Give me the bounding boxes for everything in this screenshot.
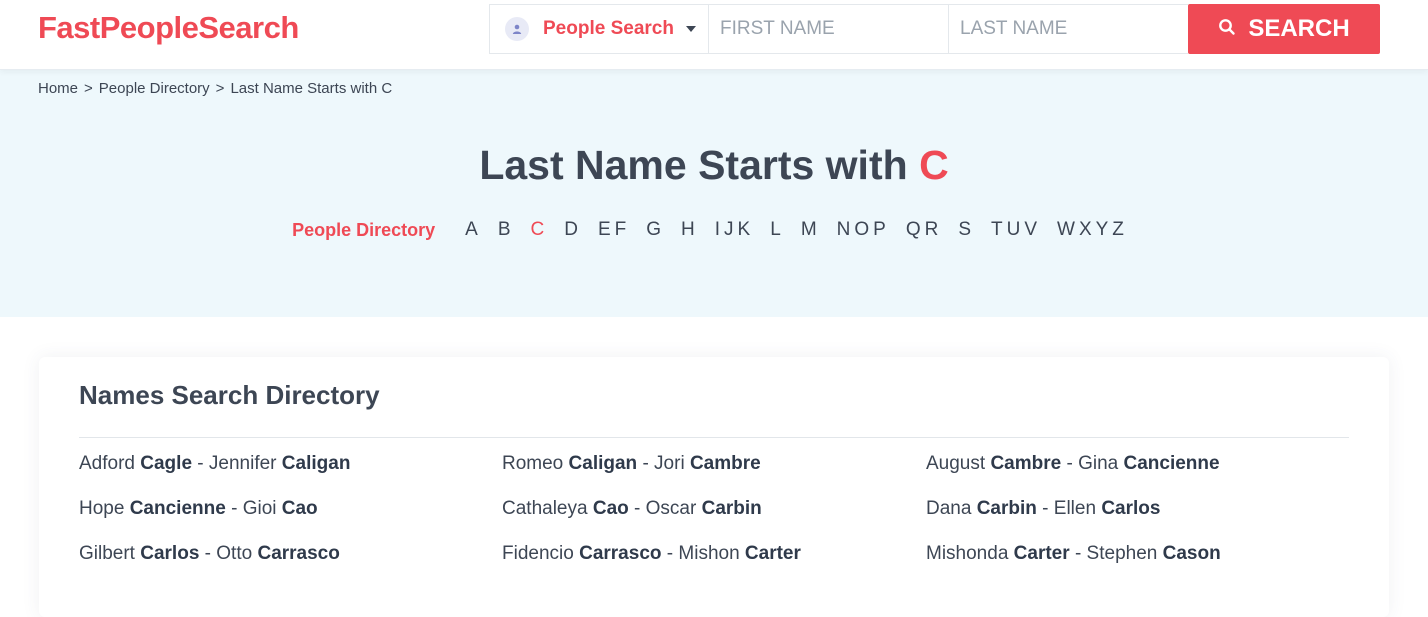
page-title: Last Name Starts with C — [0, 142, 1428, 189]
range-separator: - — [231, 498, 238, 519]
first-name-end: Stephen — [1086, 543, 1158, 564]
last-name-start: Cambre — [990, 453, 1062, 474]
names-directory-card: Names Search Directory Adford Cagle - Je… — [39, 357, 1389, 617]
letter-link-ijk[interactable]: IJK — [715, 219, 754, 241]
letter-link-b[interactable]: B — [498, 219, 515, 241]
name-range-link[interactable]: August Cambre - Gina Cancienne — [926, 452, 1349, 497]
divider — [79, 437, 1349, 438]
directory-title: Names Search Directory — [79, 380, 380, 410]
last-name-input[interactable] — [948, 4, 1188, 54]
breadcrumb-directory[interactable]: People Directory — [99, 80, 210, 97]
first-name-start: Cathaleya — [502, 498, 588, 519]
person-icon — [505, 17, 529, 41]
letter-link-tuv[interactable]: TUV — [991, 219, 1041, 241]
name-range-link[interactable]: Gilbert Carlos - Otto Carrasco — [79, 542, 502, 587]
last-name-start: Cao — [592, 498, 629, 519]
breadcrumb-home[interactable]: Home — [38, 80, 78, 97]
range-separator: - — [1042, 498, 1049, 519]
first-name-end: Oscar — [645, 498, 697, 519]
search-icon — [1218, 15, 1236, 43]
last-name-end: Caligan — [281, 453, 351, 474]
range-separator: - — [197, 453, 204, 474]
site-logo[interactable]: FastPeopleSearch — [38, 10, 299, 46]
chevron-down-icon — [686, 26, 696, 32]
last-name-start: Caligan — [568, 453, 638, 474]
search-button[interactable]: SEARCH — [1188, 4, 1380, 54]
last-name-start: Carrasco — [579, 543, 662, 564]
first-name-end: Jennifer — [208, 453, 277, 474]
letter-link-wxyz[interactable]: WXYZ — [1057, 219, 1128, 241]
first-name-start: Fidencio — [502, 543, 574, 564]
name-range-link[interactable]: Hope Cancienne - Gioi Cao — [79, 497, 502, 542]
search-bar: People Search SEARCH — [489, 4, 1381, 54]
page-title-text: Last Name Starts with — [479, 142, 908, 188]
last-name-start: Carbin — [976, 498, 1037, 519]
site-header: FastPeopleSearch People Search SEARCH — [0, 0, 1428, 70]
letter-link-m[interactable]: M — [801, 219, 821, 241]
name-range-link[interactable]: Mishonda Carter - Stephen Cason — [926, 542, 1349, 587]
range-separator: - — [1066, 453, 1073, 474]
letter-link-qr[interactable]: QR — [906, 219, 943, 241]
letter-link-nop[interactable]: NOP — [837, 219, 890, 241]
first-name-start: Dana — [926, 498, 972, 519]
last-name-end: Cason — [1162, 543, 1221, 564]
name-range-link[interactable]: Fidencio Carrasco - Mishon Carter — [502, 542, 926, 587]
letter-link-ef[interactable]: EF — [598, 219, 630, 241]
last-name-end: Cambre — [689, 453, 761, 474]
search-type-dropdown[interactable]: People Search — [489, 4, 708, 54]
breadcrumb: Home > People Directory > Last Name Starts w… — [38, 80, 398, 97]
last-name-end: Carlos — [1101, 498, 1161, 519]
letter-link-a[interactable]: A — [465, 219, 482, 241]
last-name-end: Carter — [744, 543, 801, 564]
range-separator: - — [666, 543, 674, 564]
hero-section: Home > People Directory > Last Name Starts w… — [0, 70, 1428, 317]
search-button-label: SEARCH — [1248, 15, 1350, 42]
first-name-input[interactable] — [708, 4, 948, 54]
last-name-end: Cancienne — [1123, 453, 1220, 474]
range-separator: - — [642, 453, 649, 474]
alphabet-nav: People Directory A B C D EF G H IJK L M NOP QR S TUV W… — [0, 219, 1428, 241]
first-name-end: Mishon — [678, 543, 740, 564]
range-separator: - — [1074, 543, 1082, 564]
letter-link-c[interactable]: C — [531, 219, 549, 241]
first-name-start: August — [926, 453, 986, 474]
last-name-end: Cao — [281, 498, 318, 519]
last-name-start: Carter — [1013, 543, 1070, 564]
breadcrumb-current: Last Name Starts with C — [230, 80, 393, 97]
last-name-start: Cagle — [140, 453, 193, 474]
first-name-start: Romeo — [502, 453, 564, 474]
first-name-start: Adford — [79, 453, 135, 474]
first-name-end: Gioi — [242, 498, 277, 519]
first-name-end: Ellen — [1053, 498, 1097, 519]
search-type-label: People Search — [543, 18, 674, 39]
first-name-end: Otto — [216, 543, 253, 564]
people-directory-link[interactable]: People Directory — [292, 220, 435, 241]
last-name-start: Carlos — [140, 543, 200, 564]
last-name-end: Carbin — [701, 498, 762, 519]
name-range-link[interactable]: Dana Carbin - Ellen Carlos — [926, 497, 1349, 542]
name-range-link[interactable]: Cathaleya Cao - Oscar Carbin — [502, 497, 926, 542]
first-name-start: Gilbert — [79, 543, 135, 564]
names-list: Adford Cagle - Jennifer Caligan Romeo Cal… — [79, 452, 1379, 587]
range-separator: - — [204, 543, 211, 564]
letter-link-d[interactable]: D — [564, 219, 582, 241]
first-name-end: Jori — [654, 453, 685, 474]
last-name-end: Carrasco — [257, 543, 340, 564]
range-separator: - — [634, 498, 641, 519]
breadcrumb-separator: > — [84, 80, 93, 97]
page-title-letter: C — [919, 142, 949, 188]
letter-link-l[interactable]: L — [770, 219, 785, 241]
breadcrumb-separator: > — [215, 80, 225, 97]
name-range-link[interactable]: Romeo Caligan - Jori Cambre — [502, 452, 926, 497]
first-name-start: Mishonda — [926, 543, 1009, 564]
letter-link-s[interactable]: S — [958, 219, 975, 241]
first-name-start: Hope — [79, 498, 125, 519]
first-name-end: Gina — [1078, 453, 1119, 474]
letter-link-g[interactable]: G — [646, 219, 665, 241]
letter-link-h[interactable]: H — [681, 219, 699, 241]
name-range-link[interactable]: Adford Cagle - Jennifer Caligan — [79, 452, 502, 497]
last-name-start: Cancienne — [129, 498, 226, 519]
